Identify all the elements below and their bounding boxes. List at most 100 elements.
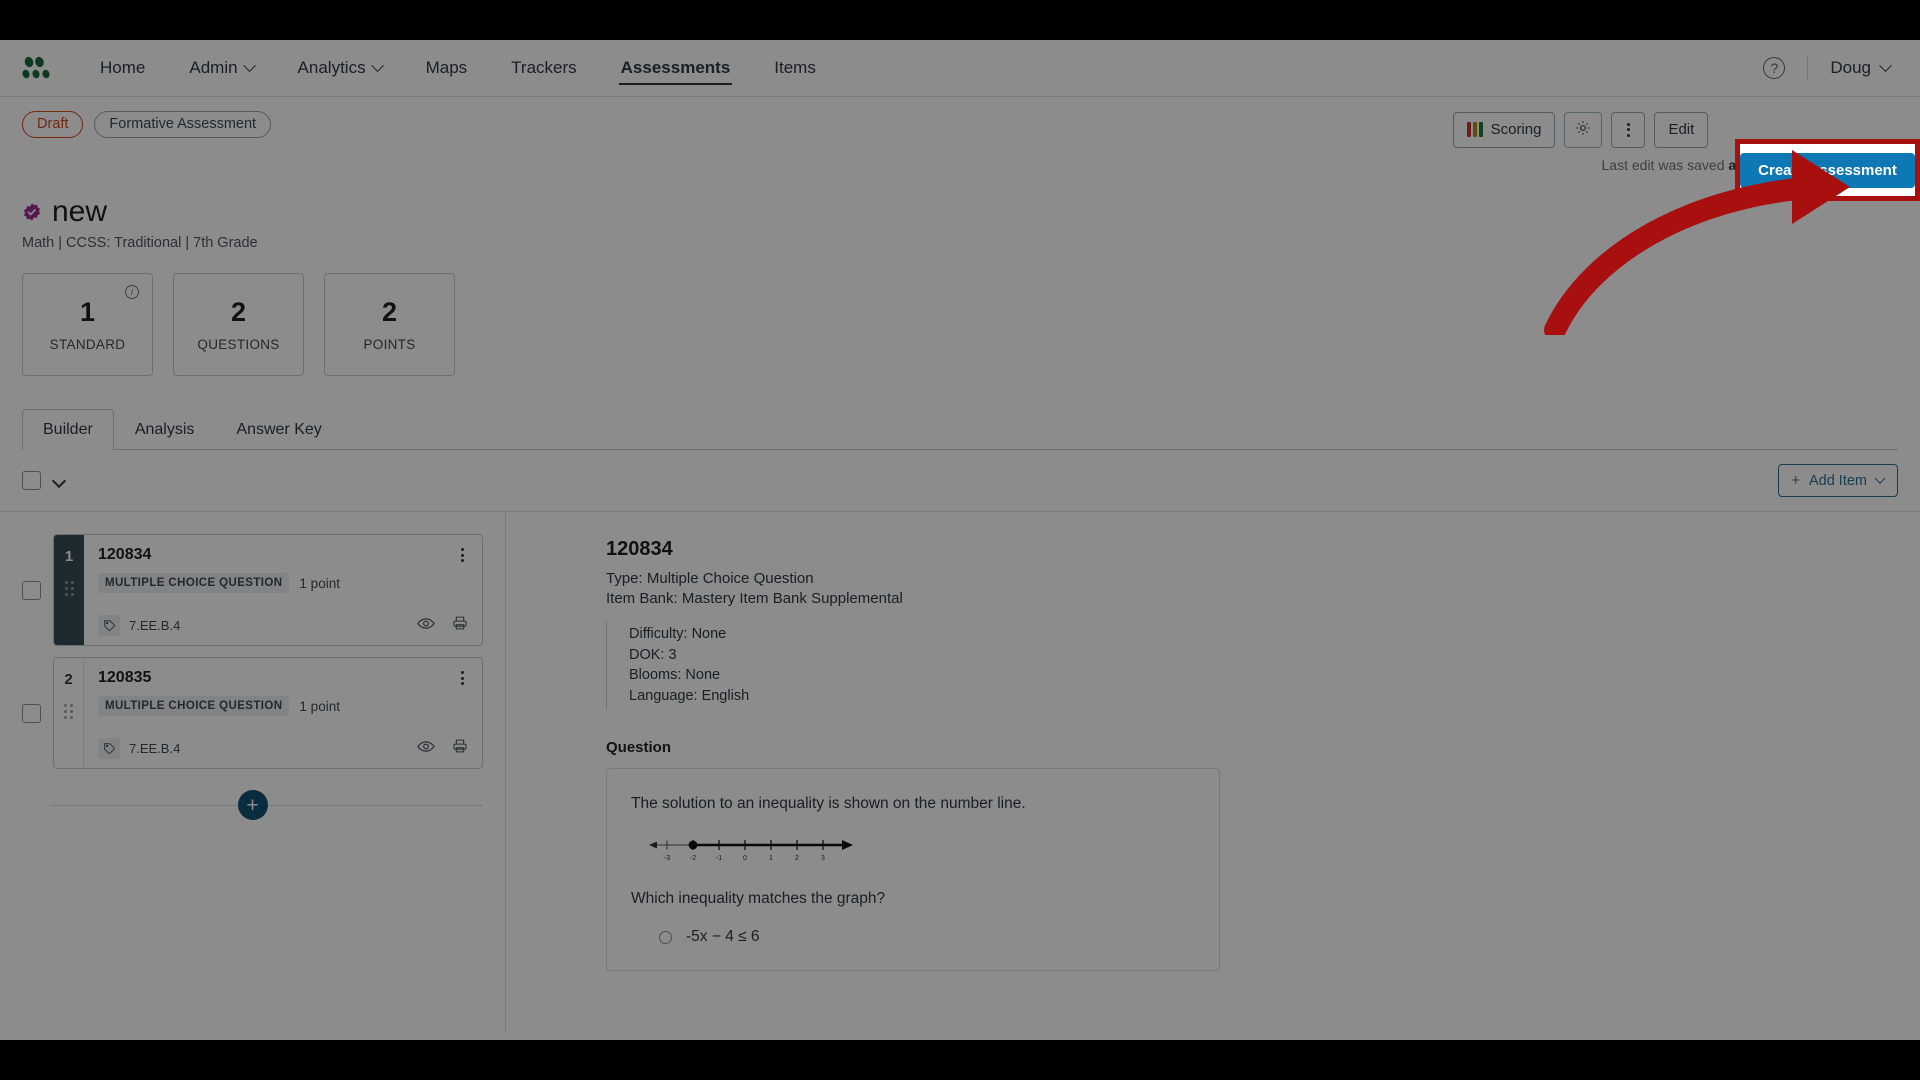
detail-difficulty: Difficulty: None [629, 626, 727, 642]
question-prompt: Which inequality matches the graph? [631, 890, 886, 908]
drag-handle-icon[interactable] [64, 704, 73, 719]
drag-handle-icon[interactable] [64, 581, 74, 596]
svg-text:3: 3 [821, 855, 825, 862]
item-points: 1 point [299, 575, 340, 591]
builder-panes: 1 120834 MULTIPLE CHOICE QUESTION 1 poin… [0, 511, 1920, 1031]
item-id: 120834 [98, 546, 152, 563]
print-icon[interactable] [452, 738, 468, 759]
nav-right-cluster: ? Doug [1763, 55, 1898, 81]
detail-item-id: 120834 [606, 538, 673, 560]
user-menu[interactable]: Doug [1830, 58, 1898, 78]
item-list-pane: 1 120834 MULTIPLE CHOICE QUESTION 1 poin… [0, 512, 506, 1031]
page-title: new [52, 195, 108, 228]
tab-builder[interactable]: Builder [22, 409, 114, 450]
svg-text:2: 2 [795, 855, 799, 862]
stat-label: POINTS [363, 337, 416, 352]
item-card-120834[interactable]: 1 120834 MULTIPLE CHOICE QUESTION 1 poin… [53, 534, 483, 646]
assessment-title-block: new Math | CCSS: Traditional | 7th Grade [0, 173, 1920, 251]
item-select-checkbox[interactable] [22, 580, 41, 600]
help-icon[interactable]: ? [1763, 57, 1786, 79]
item-menu-button[interactable] [457, 546, 468, 564]
detail-language: Language: English [629, 687, 750, 704]
stat-card-standard: i 1 STANDARD [22, 273, 153, 376]
edit-label: Edit [1668, 121, 1695, 138]
nav-item-assessments[interactable]: Assessments [599, 40, 753, 96]
nav-item-home[interactable]: Home [78, 40, 167, 96]
action-bar: Draft Formative Assessment Scoring Edit … [0, 97, 1920, 173]
scoring-label: Scoring [1490, 121, 1542, 138]
nav-divider [1807, 55, 1809, 81]
radio-button-icon[interactable] [659, 930, 672, 944]
nav-label: Admin [189, 58, 238, 77]
nav-item-trackers[interactable]: Trackers [489, 40, 599, 96]
create-assessment-highlight: Create Assessment [1735, 139, 1920, 201]
item-card-body: 120834 MULTIPLE CHOICE QUESTION 1 point [84, 535, 482, 645]
more-options-button[interactable] [1611, 111, 1646, 148]
nav-item-maps[interactable]: Maps [404, 40, 490, 96]
eye-preview-icon[interactable] [417, 740, 435, 758]
number-line-graphic: -3 -2 -1 0 1 2 3 [645, 835, 1195, 870]
nav-item-admin[interactable]: Admin [167, 40, 275, 96]
svg-text:1: 1 [769, 855, 773, 862]
item-id: 120835 [98, 669, 152, 686]
assessment-type-badge: Formative Assessment [94, 111, 272, 138]
badge-group: Draft Formative Assessment [22, 111, 272, 138]
item-standard: 7.EE.B.4 [129, 618, 181, 633]
question-preview-box: The solution to an inequality is shown o… [606, 768, 1220, 972]
kebab-menu-icon [461, 548, 464, 562]
item-card-120835[interactable]: 2 120835 MULTIPLE CHOICE QUESTION 1 poin… [53, 657, 483, 769]
item-menu-button[interactable] [457, 669, 468, 687]
stat-card-questions: 2 QUESTIONS [173, 273, 304, 376]
select-all-checkbox[interactable] [22, 471, 41, 490]
item-type-pill: MULTIPLE CHOICE QUESTION [98, 696, 290, 716]
chevron-down-icon [242, 58, 256, 72]
svg-text:-3: -3 [664, 855, 670, 862]
item-card-rail: 1 [54, 535, 84, 645]
tab-analysis[interactable]: Analysis [114, 409, 216, 450]
chevron-down-icon [370, 58, 384, 72]
svg-text:-2: -2 [690, 855, 696, 862]
add-item-divider: + [22, 783, 483, 827]
item-card-footer: 7.EE.B.4 [98, 738, 468, 759]
tab-bar: Builder Analysis Answer Key [22, 408, 1898, 450]
eye-preview-icon[interactable] [417, 617, 435, 635]
chevron-down-icon[interactable] [51, 473, 67, 488]
nav-label: Home [100, 58, 146, 77]
list-item: 1 120834 MULTIPLE CHOICE QUESTION 1 poin… [22, 534, 483, 646]
chevron-down-icon [1879, 58, 1892, 72]
svg-text:-1: -1 [716, 855, 722, 862]
tab-answer-key[interactable]: Answer Key [215, 409, 342, 450]
list-item: 2 120835 MULTIPLE CHOICE QUESTION 1 poin… [22, 657, 483, 769]
edit-button[interactable]: Edit [1654, 111, 1709, 148]
app-logo-icon[interactable] [22, 54, 56, 82]
add-item-button[interactable]: + Add Item [1777, 464, 1898, 497]
item-detail-pane: 120834 Type: Multiple Choice Question It… [506, 512, 1920, 1031]
item-actions [417, 615, 468, 636]
tag-icon [98, 738, 120, 759]
item-actions [417, 738, 468, 759]
answer-choice-label: -5x − 4 ≤ 6 [686, 928, 760, 946]
detail-blooms: Blooms: None [629, 667, 721, 684]
info-icon[interactable]: i [125, 285, 139, 299]
item-select-checkbox[interactable] [22, 703, 41, 723]
item-meta: MULTIPLE CHOICE QUESTION 1 point [98, 696, 468, 716]
nav-item-items[interactable]: Items [752, 40, 838, 96]
item-card-header: 120834 [98, 546, 468, 564]
stat-value: 1 [79, 297, 96, 327]
scoring-bars-icon [1466, 122, 1483, 137]
gear-icon [1574, 119, 1592, 141]
nav-item-analytics[interactable]: Analytics [276, 40, 404, 96]
stats-row: i 1 STANDARD 2 QUESTIONS 2 POINTS [0, 251, 1920, 376]
detail-type: Type: Multiple Choice Question [606, 570, 814, 587]
user-name-label: Doug [1830, 58, 1871, 77]
assessment-subtitle: Math | CCSS: Traditional | 7th Grade [22, 235, 258, 251]
scoring-button[interactable]: Scoring [1452, 111, 1556, 148]
print-icon[interactable] [452, 615, 468, 636]
settings-button[interactable] [1564, 111, 1603, 148]
answer-choice-a[interactable]: -5x − 4 ≤ 6 [659, 928, 1195, 946]
add-item-inline-button[interactable]: + [237, 790, 268, 820]
item-standard: 7.EE.B.4 [129, 741, 181, 756]
create-assessment-button-highlighted[interactable]: Create Assessment [1740, 152, 1915, 188]
nav-label: Items [774, 58, 816, 77]
detail-attributes: Difficulty: None DOK: 3 Blooms: None Lan… [606, 621, 1920, 710]
